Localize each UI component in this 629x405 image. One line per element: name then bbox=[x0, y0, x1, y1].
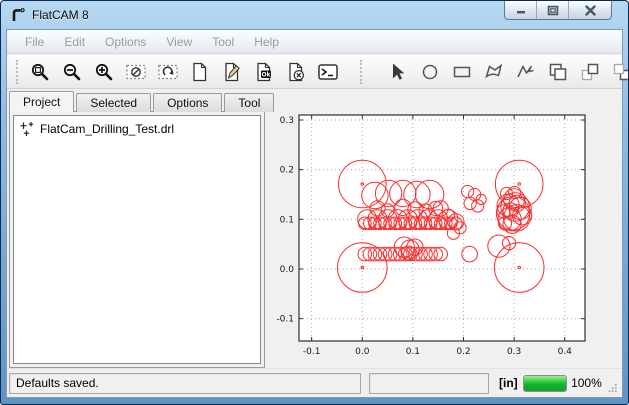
svg-text:0.0: 0.0 bbox=[355, 347, 370, 357]
status-aux-panel bbox=[369, 373, 489, 394]
zoom-out-icon bbox=[61, 61, 83, 83]
title-bar[interactable]: FlatCAM 8 bbox=[1, 1, 628, 29]
svg-text:0.2: 0.2 bbox=[280, 166, 294, 176]
toolbar-handle[interactable] bbox=[16, 60, 18, 84]
menu-file[interactable]: File bbox=[15, 30, 54, 54]
close-button[interactable] bbox=[569, 1, 611, 19]
drill-file-icon bbox=[19, 121, 35, 137]
draw-path-button[interactable] bbox=[511, 57, 540, 86]
zoom-in-button[interactable] bbox=[89, 57, 118, 86]
plot-panel: -0.1 0.0 0.1 0.2 0.3 0.4 -0.1 0.0 0.1 0.2 0.3 bbox=[265, 96, 621, 368]
status-message: Defaults saved. bbox=[16, 376, 99, 390]
project-tree[interactable]: FlatCam_Drilling_Test.drl bbox=[13, 115, 261, 364]
zoom-out-button[interactable] bbox=[57, 57, 86, 86]
maximize-button[interactable] bbox=[537, 1, 569, 19]
tab-bar: ProjectSelectedOptionsTool bbox=[9, 91, 276, 112]
zoom-in-icon bbox=[93, 61, 115, 83]
client-area: FileEditOptionsViewToolHelp Ok ProjectSe… bbox=[6, 29, 623, 398]
edit-file-button[interactable] bbox=[217, 57, 246, 86]
copy-objects-button[interactable] bbox=[575, 57, 604, 86]
tab-selected[interactable]: Selected bbox=[76, 93, 151, 112]
svg-text:-0.1: -0.1 bbox=[303, 347, 321, 357]
shell-button[interactable] bbox=[313, 57, 342, 86]
minimize-button[interactable] bbox=[505, 1, 537, 19]
draw-rectangle-icon bbox=[451, 61, 473, 83]
svg-text:0.2: 0.2 bbox=[456, 347, 470, 357]
new-project-icon bbox=[189, 61, 211, 83]
toolbar-handle[interactable] bbox=[360, 60, 362, 84]
draw-rectangle-button[interactable] bbox=[447, 57, 476, 86]
menu-edit[interactable]: Edit bbox=[54, 30, 95, 54]
menu-help[interactable]: Help bbox=[244, 30, 289, 54]
status-bar: Defaults saved. [in] 100% bbox=[7, 368, 622, 397]
select-tool-button[interactable] bbox=[383, 57, 412, 86]
copy-objects-icon bbox=[579, 61, 601, 83]
status-message-panel: Defaults saved. bbox=[9, 373, 361, 394]
new-project-button[interactable] bbox=[185, 57, 214, 86]
svg-text:0.4: 0.4 bbox=[558, 347, 573, 357]
progress-bar bbox=[523, 375, 567, 392]
units-label: [in] bbox=[499, 376, 518, 390]
menu-options[interactable]: Options bbox=[95, 30, 156, 54]
progress-percent-label: 100% bbox=[571, 376, 602, 390]
zoom-fit-button[interactable] bbox=[25, 57, 54, 86]
polygon-union-button[interactable] bbox=[543, 57, 572, 86]
tab-tool[interactable]: Tool bbox=[224, 93, 274, 112]
clear-plot-icon bbox=[125, 61, 147, 83]
svg-text:0.3: 0.3 bbox=[280, 116, 294, 126]
replot-icon bbox=[157, 61, 179, 83]
maximize-icon bbox=[547, 5, 559, 16]
draw-circle-icon bbox=[419, 61, 441, 83]
move-objects-icon bbox=[611, 61, 629, 83]
plot-canvas[interactable]: -0.1 0.0 0.1 0.2 0.3 0.4 -0.1 0.0 0.1 0.2 0.3 bbox=[265, 96, 621, 368]
svg-text:Ok: Ok bbox=[261, 71, 271, 78]
draw-polygon-button[interactable] bbox=[479, 57, 508, 86]
svg-text:-0.1: -0.1 bbox=[276, 315, 294, 325]
svg-text:0.1: 0.1 bbox=[280, 215, 294, 225]
draw-circle-button[interactable] bbox=[415, 57, 444, 86]
zoom-fit-icon bbox=[29, 61, 51, 83]
draw-path-icon bbox=[515, 61, 537, 83]
window-title: FlatCAM 8 bbox=[32, 8, 89, 22]
tree-item-label: FlatCam_Drilling_Test.drl bbox=[40, 122, 174, 136]
shell-icon bbox=[317, 61, 339, 83]
resize-grip-icon[interactable] bbox=[608, 382, 618, 395]
toolbar: Ok bbox=[7, 55, 622, 89]
close-icon bbox=[584, 5, 597, 16]
toolbar-group-2 bbox=[383, 57, 629, 86]
move-objects-button[interactable] bbox=[607, 57, 629, 86]
polygon-union-icon bbox=[547, 61, 569, 83]
clear-plot-button[interactable] bbox=[121, 57, 150, 86]
svg-text:0.1: 0.1 bbox=[406, 347, 420, 357]
progress-fill bbox=[524, 376, 566, 391]
caption-buttons bbox=[504, 1, 612, 20]
draw-polygon-icon bbox=[483, 61, 505, 83]
menu-bar: FileEditOptionsViewToolHelp bbox=[7, 30, 622, 54]
run-script-icon: Ok bbox=[253, 61, 275, 83]
minimize-icon bbox=[515, 5, 527, 15]
flatcam-logo-icon bbox=[10, 7, 26, 23]
delete-object-button[interactable] bbox=[281, 57, 310, 86]
toolbar-group-1: Ok bbox=[25, 57, 342, 86]
edit-file-icon bbox=[221, 61, 243, 83]
svg-text:0.3: 0.3 bbox=[507, 347, 521, 357]
project-tab-pane: FlatCam_Drilling_Test.drl bbox=[9, 111, 265, 368]
replot-button[interactable] bbox=[153, 57, 182, 86]
menu-tool[interactable]: Tool bbox=[202, 30, 244, 54]
tab-options[interactable]: Options bbox=[153, 93, 222, 112]
tab-project[interactable]: Project bbox=[9, 91, 74, 112]
menu-view[interactable]: View bbox=[156, 30, 202, 54]
select-tool-icon bbox=[387, 61, 409, 83]
tree-item[interactable]: FlatCam_Drilling_Test.drl bbox=[16, 119, 258, 139]
svg-text:0.0: 0.0 bbox=[280, 265, 295, 275]
run-script-button[interactable]: Ok bbox=[249, 57, 278, 86]
flatcam-window: FlatCAM 8 FileEditOptionsViewToolHelp Ok… bbox=[0, 0, 629, 405]
delete-object-icon bbox=[285, 61, 307, 83]
